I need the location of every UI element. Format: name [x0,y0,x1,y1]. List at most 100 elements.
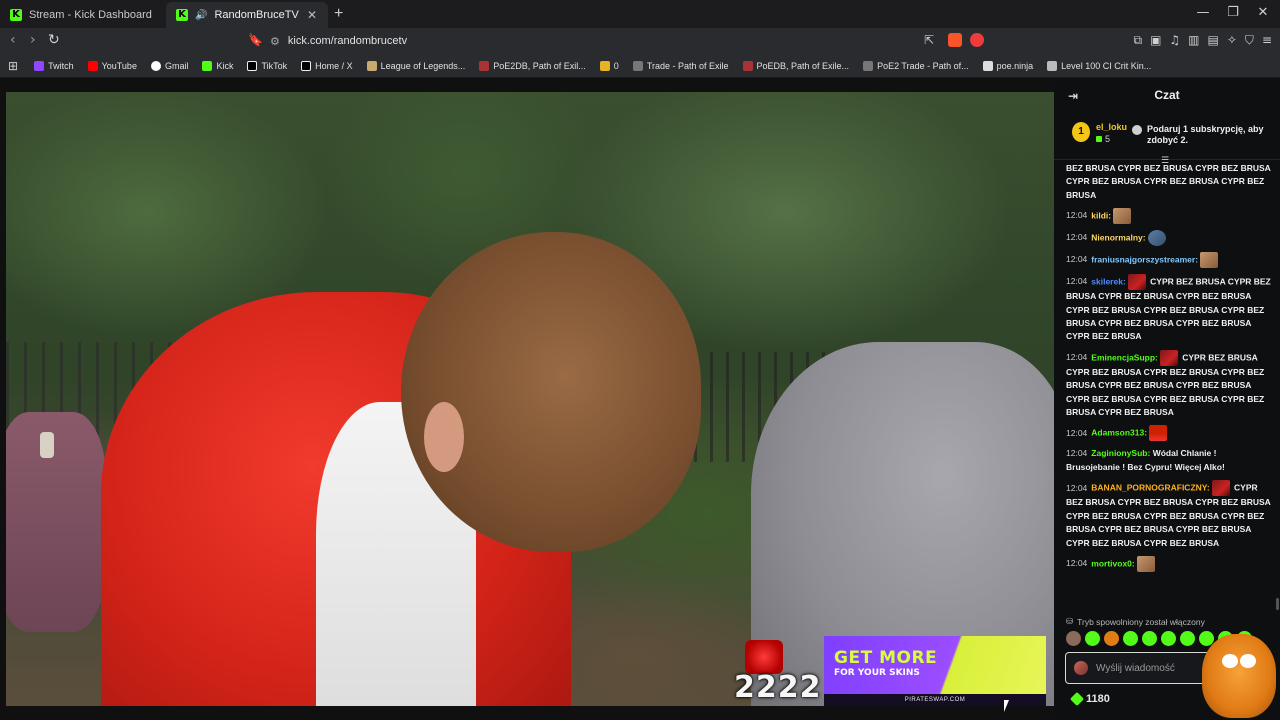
message-username[interactable]: kildi: [1091,210,1111,220]
new-tab-button[interactable]: + [334,5,343,23]
x-icon [301,60,312,71]
audio-playing-icon[interactable]: 🔊 [195,10,207,21]
sponsor-ad-banner[interactable]: GET MORE FOR YOUR SKINS PIRATESWAP.COM [824,636,1046,706]
bookmark-label: TikTok [261,60,288,71]
quick-emote-icon[interactable] [1142,631,1157,646]
gift-cta-text: Podaruj 1 subskrypcję, aby zdobyć 2. [1147,124,1264,145]
reload-icon[interactable]: ↻ [48,32,60,48]
gift-info-icon [1132,125,1142,135]
bookmark-kick[interactable]: Kick [196,60,239,71]
bookmark-x[interactable]: Home / X [295,60,359,71]
emote-icon [1149,425,1168,442]
mouse-cursor-icon [1004,700,1009,712]
ad-url: PIRATESWAP.COM [824,694,1046,706]
bookmark-label: poe.ninja [996,60,1034,71]
minimize-button[interactable]: — [1188,5,1218,20]
bookmark-league[interactable]: League of Legends... [361,60,472,71]
person-left-arm [6,412,106,632]
message-text: BEZ BRUSA CYPR BEZ BRUSA CYPR BEZ BRUSA … [1066,163,1271,200]
emote-icon [1147,230,1166,247]
garfield-sticker [1202,634,1276,718]
person-head [401,232,701,552]
poe-icon [863,60,874,71]
media-icon[interactable]: ♫ [1169,33,1180,48]
chat-message: 12:04 Adamson313: [1066,425,1272,442]
gift-sub-banner[interactable]: 1 el_loku 5 Podaruj 1 subskrypcję, aby z… [1054,112,1280,160]
message-username[interactable]: BANAN_PORNOGRAFICZNY: [1091,483,1209,493]
forward-icon[interactable]: › [30,32,36,48]
chat-message: 12:04 mortivox0: [1066,555,1272,572]
maximize-button[interactable]: ❐ [1218,5,1248,20]
bookmark-poedb[interactable]: PoEDB, Path of Exile... [737,60,856,71]
kick-favicon-icon: K [10,9,22,21]
bookmark-youtube[interactable]: YouTube [82,60,143,71]
bookmark-icon[interactable]: 🔖 [248,33,263,47]
message-username[interactable]: ZaginionySub: [1091,448,1150,458]
tab-kick-dashboard[interactable]: K Stream - Kick Dashboard [0,2,166,28]
leo-ai-icon[interactable]: ✧ [1227,33,1237,48]
quick-emote-icon[interactable] [1161,631,1176,646]
message-username[interactable]: franiusnajgorszystreamer: [1091,254,1198,264]
quick-emote-icon[interactable] [1180,631,1195,646]
bookmark-tiktok[interactable]: TikTok [241,60,293,71]
points-value: 1180 [1086,693,1110,705]
bookmark-level100[interactable]: Level 100 CI Crit Kin... [1041,60,1157,71]
message-username[interactable]: mortivox0: [1091,558,1134,568]
slow-mode-text: Tryb spowolniony został włączony [1077,616,1205,627]
quick-emote-icon[interactable] [1066,631,1081,646]
bookmark-poe2-trade[interactable]: PoE2 Trade - Path of... [857,60,975,71]
screenshot-icon[interactable]: ▣ [1150,33,1161,48]
wallet-icon[interactable]: ▤ [1208,33,1219,48]
address-bar-row: ‹ › ↻ 🔖 ⚙ kick.com/randombrucetv ⇱ ⧉ ▣ ♫… [0,28,1280,54]
quick-emote-icon[interactable] [1123,631,1138,646]
menu-icon[interactable]: ≡ [1262,33,1272,48]
quick-emote-icon[interactable] [1085,631,1100,646]
brave-shields-icon[interactable] [948,33,962,50]
tab-randombrucetv[interactable]: K 🔊 RandomBruceTV Stream - Wa ✕ [166,2,328,28]
apps-grid-icon[interactable]: ⊞ [8,59,18,73]
message-timestamp: 12:04 [1066,276,1088,287]
gift-cta[interactable]: Podaruj 1 subskrypcję, aby zdobyć 2. [1132,124,1272,146]
bookmark-label: YouTube [101,60,137,71]
share-icon[interactable]: ⇱ [924,33,934,47]
chat-message: 12:04 BANAN_PORNOGRAFICZNY: CYPR BEZ BRUS… [1066,480,1272,550]
poedb-icon [742,60,753,71]
message-timestamp: 12:04 [1066,427,1088,438]
site-info-icon[interactable]: ⚙ [270,35,280,48]
bookmark-trade-poe[interactable]: Trade - Path of Exile [627,60,735,71]
toolbar-right-icons: ⧉ ▣ ♫ ▥ ▤ ✧ ⛉ ≡ [1133,33,1272,48]
tab-label: Stream - Kick Dashboard [29,9,152,21]
message-username[interactable]: Adamson313: [1091,428,1147,438]
kick-icon [202,60,213,71]
message-username[interactable]: Nienormalny: [1091,232,1145,242]
sticker-eye [1240,654,1256,668]
chat-scrollbar[interactable] [1276,598,1279,610]
close-tab-icon[interactable]: ✕ [306,8,318,22]
emote-icon [1127,274,1146,291]
tiktok-icon [247,60,258,71]
url-field[interactable]: ⚙ kick.com/randombrucetv [270,31,920,51]
extensions-icon[interactable]: ⧉ [1133,33,1142,48]
bookmark-poe2db[interactable]: PoE2DB, Path of Exil... [473,60,592,71]
chat-input-placeholder: Wyślij wiadomość [1096,662,1175,674]
message-username[interactable]: skilerek: [1091,276,1126,286]
tab-strip: K Stream - Kick Dashboard K 🔊 RandomBruc… [0,0,1280,28]
close-window-button[interactable]: ✕ [1248,5,1278,20]
bookmark-gmail[interactable]: Gmail [145,60,195,71]
vpn-icon[interactable]: ⛉ [1245,33,1254,48]
message-timestamp: 12:04 [1066,558,1088,569]
sidebar-icon[interactable]: ▥ [1188,33,1199,48]
bookmark-twitch[interactable]: Twitch [28,60,80,71]
message-username[interactable]: EminencjaSupp: [1091,352,1158,362]
back-icon[interactable]: ‹ [10,32,16,48]
chat-message: 12:04 Nienormalny: [1066,230,1272,247]
brave-rewards-icon[interactable] [970,33,984,50]
bookmark-poe-ninja[interactable]: poe.ninja [977,60,1040,71]
quick-emote-icon[interactable] [1104,631,1119,646]
url-text: kick.com/randombrucetv [287,35,408,47]
video-player[interactable] [0,78,1054,720]
collapse-chat-icon[interactable]: ⇥ [1068,89,1078,103]
gifter-username[interactable]: el_loku [1096,122,1127,132]
bookmark-folder[interactable]: 0 [594,60,625,71]
channel-points[interactable]: 1180 [1069,691,1110,707]
